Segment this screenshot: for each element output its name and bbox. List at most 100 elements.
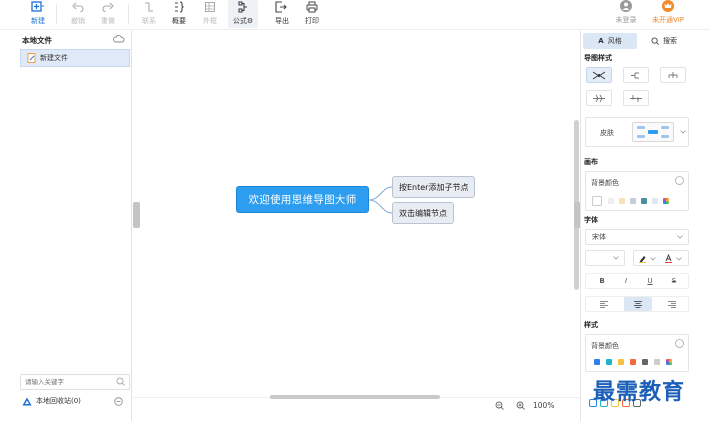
structure-logic-button[interactable] [623, 67, 649, 83]
italic-button[interactable]: I [614, 274, 638, 288]
child-node-text: 双击编辑节点 [399, 208, 447, 218]
font-family-select[interactable]: 宋体 [585, 229, 689, 245]
node-swatch-cyan[interactable] [606, 359, 612, 365]
font-family-value: 宋体 [592, 233, 606, 241]
underline-button[interactable]: U [638, 274, 662, 288]
align-right-button[interactable] [660, 297, 684, 311]
summary-button[interactable]: 概要 [165, 0, 193, 28]
recycle-bin[interactable]: 本地回收站(0) [22, 396, 81, 406]
align-left-icon [600, 300, 608, 308]
mindmap-structure-icon [592, 71, 606, 79]
node-bg-box: 背景颜色 [585, 334, 689, 372]
tab-search[interactable]: 搜索 [637, 33, 691, 49]
style-icon: A [598, 37, 604, 45]
more-options-icon[interactable] [114, 397, 123, 406]
print-button[interactable]: 打印 [298, 0, 326, 28]
export-button[interactable]: 导出 [268, 0, 296, 28]
summary-icon [175, 1, 184, 13]
bg-color-toggle-icon[interactable] [675, 176, 684, 185]
bg-swatch-pale-blue[interactable] [652, 198, 658, 204]
chevron-down-icon [613, 256, 619, 260]
user-avatar-icon [620, 0, 632, 12]
format-panel: A 风格 搜索 导图样式 皮肤 画布 背景颜色 字体 宋体 B I U S 样式… [580, 31, 710, 421]
logic-structure-icon [631, 72, 639, 78]
mindmap-canvas[interactable] [133, 31, 580, 407]
child-node-edit[interactable]: 双击编辑节点 [392, 202, 454, 224]
node-bg-color-label: 背景颜色 [591, 342, 619, 350]
timeline-structure-icon [630, 94, 642, 102]
zoom-in-icon[interactable] [516, 401, 525, 410]
panel-tabs: A 风格 搜索 [583, 33, 691, 49]
undo-button[interactable]: 撤销 [64, 0, 92, 28]
chevron-down-icon [677, 235, 683, 239]
structure-timeline-button[interactable] [623, 90, 649, 106]
skin-preview-icon [637, 126, 669, 138]
highlight-pen-icon[interactable] [638, 254, 647, 263]
zoom-out-icon[interactable] [495, 401, 504, 410]
recycle-bin-icon [22, 397, 32, 405]
zoom-level[interactable]: 100% [533, 401, 554, 410]
root-node[interactable]: 欢迎使用思维导图大师 [236, 186, 369, 213]
chevron-down-icon[interactable] [680, 130, 686, 134]
style-section-heading: 样式 [584, 321, 598, 329]
strikethrough-button[interactable]: S [662, 274, 686, 288]
font-format-row: B I U S [585, 273, 689, 289]
bg-swatch-cream[interactable] [619, 198, 625, 204]
search-icon[interactable] [116, 377, 125, 386]
align-left-button[interactable] [592, 297, 616, 311]
watermark-logo: 最需教育 [593, 379, 686, 405]
root-node-text: 欢迎使用思维导图大师 [248, 194, 357, 206]
structure-fishbone-button[interactable] [586, 90, 612, 106]
node-color-palette-icon[interactable] [666, 359, 672, 365]
color-palette-icon[interactable] [663, 198, 669, 204]
font-section-heading: 字体 [584, 216, 598, 224]
bg-swatch-white[interactable] [592, 196, 602, 206]
bg-color-label: 背景颜色 [591, 179, 619, 187]
bold-button[interactable]: B [590, 274, 614, 288]
bg-swatch-silver[interactable] [630, 198, 636, 204]
structure-org-button[interactable] [660, 67, 686, 83]
node-swatch-yellow[interactable] [618, 359, 624, 365]
node-swatch-blue[interactable] [594, 359, 600, 365]
chevron-down-icon[interactable] [650, 257, 656, 261]
search-icon [651, 37, 659, 45]
settings-icon: ⚙ [246, 17, 254, 25]
vip-button[interactable]: 未开通VIP [646, 0, 690, 25]
toolbar-separator [56, 4, 57, 24]
node-swatch-orange[interactable] [630, 359, 636, 365]
horizontal-scrollbar[interactable] [270, 395, 440, 399]
recycle-bin-label: 本地回收站(0) [36, 397, 81, 405]
chevron-down-icon[interactable] [676, 257, 682, 261]
file-item-label: 新建文件 [40, 54, 68, 62]
node-swatch-dark-gray[interactable] [642, 359, 648, 365]
tab-style[interactable]: A 风格 [583, 33, 637, 49]
child-node-add[interactable]: 按Enter添加子节点 [392, 176, 476, 198]
toolbar-separator [128, 4, 129, 24]
export-icon [275, 1, 287, 13]
new-button[interactable]: 新建 [24, 0, 52, 28]
file-search-input[interactable] [20, 374, 130, 390]
bg-swatch-teal[interactable] [641, 198, 647, 204]
file-item-new[interactable]: 新建文件 [20, 49, 130, 67]
text-align-row [585, 296, 689, 312]
structure-mindmap-button[interactable] [586, 67, 612, 83]
vip-crown-icon [662, 0, 674, 12]
skin-label: 皮肤 [600, 129, 614, 137]
font-size-select[interactable] [585, 250, 625, 266]
formula-button[interactable]: 公式⚙ [228, 0, 258, 28]
child-node-text: 按Enter添加子节点 [399, 182, 469, 192]
canvas-section-heading: 画布 [584, 158, 598, 166]
redo-button[interactable]: 重做 [94, 0, 122, 28]
node-bg-toggle-icon[interactable] [675, 339, 684, 348]
cloud-icon[interactable] [113, 34, 125, 43]
align-center-button[interactable] [624, 297, 652, 311]
login-button[interactable]: 未登录 [604, 0, 648, 25]
collapse-left-handle[interactable] [133, 202, 140, 228]
link-button[interactable]: 联系 [135, 0, 163, 28]
font-color-icon[interactable] [664, 254, 673, 263]
skin-selector[interactable] [632, 122, 674, 142]
bg-swatch-gray[interactable] [608, 198, 614, 204]
node-swatch-light-gray[interactable] [654, 359, 660, 365]
undo-icon [72, 2, 84, 12]
frame-button[interactable]: 外框 [196, 0, 224, 28]
